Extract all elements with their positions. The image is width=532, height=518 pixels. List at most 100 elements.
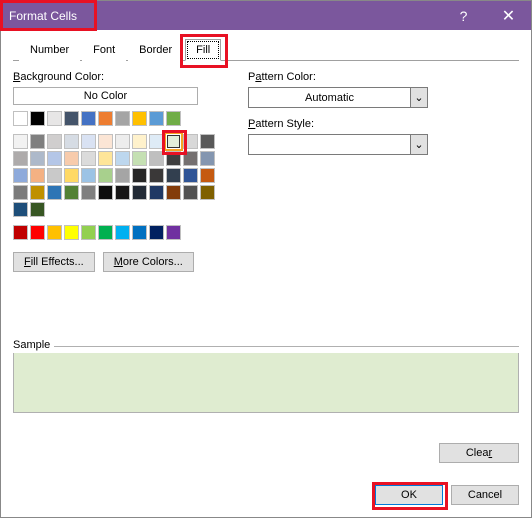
color-swatch[interactable] [149, 225, 164, 240]
color-swatch[interactable] [166, 225, 181, 240]
color-swatch[interactable] [81, 185, 96, 200]
background-color-label: Background Color: [13, 71, 218, 83]
color-swatch[interactable] [64, 185, 79, 200]
color-swatch[interactable] [47, 225, 62, 240]
color-swatch[interactable] [30, 111, 45, 126]
color-swatch[interactable] [98, 225, 113, 240]
fill-effects-button[interactable]: Fill Effects... [13, 252, 95, 272]
chevron-down-icon[interactable]: ⌄ [410, 135, 427, 154]
color-swatch[interactable] [64, 111, 79, 126]
color-swatch[interactable] [166, 185, 181, 200]
color-swatch[interactable] [13, 202, 28, 217]
color-swatch[interactable] [115, 111, 130, 126]
color-swatch[interactable] [30, 202, 45, 217]
color-swatch[interactable] [13, 134, 28, 149]
color-swatch[interactable] [115, 168, 130, 183]
color-swatch[interactable] [30, 185, 45, 200]
sample-label: Sample [13, 339, 54, 351]
color-swatch[interactable] [132, 168, 147, 183]
pattern-color-dropdown[interactable]: Automatic ⌄ [248, 87, 428, 108]
color-swatch[interactable] [200, 185, 215, 200]
tab-fill[interactable]: Fill [185, 39, 221, 61]
color-swatch[interactable] [64, 134, 79, 149]
color-swatch[interactable] [183, 168, 198, 183]
standard-color-row [13, 225, 218, 240]
color-swatch[interactable] [149, 151, 164, 166]
color-swatch[interactable] [98, 168, 113, 183]
pattern-color-label: Pattern Color: [248, 71, 428, 83]
sample-preview [13, 353, 519, 413]
color-swatch[interactable] [30, 134, 45, 149]
color-swatch[interactable] [47, 151, 62, 166]
color-swatch[interactable] [98, 151, 113, 166]
color-swatch[interactable] [166, 111, 181, 126]
color-swatch[interactable] [132, 185, 147, 200]
cancel-button[interactable]: Cancel [451, 485, 519, 505]
color-swatch[interactable] [13, 151, 28, 166]
color-swatch[interactable] [81, 168, 96, 183]
color-swatch[interactable] [149, 168, 164, 183]
pattern-style-dropdown[interactable]: ⌄ [248, 134, 428, 155]
color-swatch[interactable] [115, 151, 130, 166]
color-swatch[interactable] [13, 168, 28, 183]
color-swatch[interactable] [166, 134, 181, 149]
color-swatch[interactable] [98, 111, 113, 126]
color-swatch[interactable] [166, 168, 181, 183]
pattern-style-label: Pattern Style: [248, 118, 428, 130]
color-swatch[interactable] [183, 151, 198, 166]
no-color-button[interactable]: No Color [13, 87, 198, 105]
color-swatch[interactable] [115, 134, 130, 149]
color-swatch[interactable] [132, 225, 147, 240]
color-swatch[interactable] [149, 111, 164, 126]
ok-button[interactable]: OK [375, 485, 443, 505]
dialog-title: Format Cells [9, 9, 441, 23]
color-swatch[interactable] [132, 151, 147, 166]
color-swatch[interactable] [98, 134, 113, 149]
color-swatch[interactable] [47, 111, 62, 126]
more-colors-button[interactable]: More Colors... [103, 252, 194, 272]
color-swatch[interactable] [30, 151, 45, 166]
color-swatch[interactable] [115, 185, 130, 200]
color-swatch[interactable] [64, 225, 79, 240]
color-swatch[interactable] [132, 134, 147, 149]
color-swatch[interactable] [200, 134, 215, 149]
color-swatch[interactable] [149, 185, 164, 200]
pattern-color-value: Automatic [249, 88, 410, 107]
color-swatch[interactable] [30, 168, 45, 183]
color-swatch[interactable] [115, 225, 130, 240]
theme-color-grid [13, 111, 218, 217]
color-swatch[interactable] [81, 134, 96, 149]
tab-border[interactable]: Border [128, 39, 183, 61]
titlebar: Format Cells ? ✕ [1, 1, 531, 30]
color-swatch[interactable] [47, 185, 62, 200]
chevron-down-icon[interactable]: ⌄ [410, 88, 427, 107]
color-swatch[interactable] [98, 185, 113, 200]
color-swatch[interactable] [132, 111, 147, 126]
color-swatch[interactable] [81, 225, 96, 240]
clear-button[interactable]: Clear [439, 443, 519, 463]
tab-font[interactable]: Font [82, 39, 126, 61]
tab-number[interactable]: Number [19, 39, 80, 61]
tab-strip: NumberFontBorderFill [13, 38, 519, 61]
close-icon[interactable]: ✕ [486, 1, 531, 30]
color-swatch[interactable] [183, 185, 198, 200]
color-swatch[interactable] [81, 151, 96, 166]
color-swatch[interactable] [13, 111, 28, 126]
color-swatch[interactable] [149, 134, 164, 149]
color-swatch[interactable] [30, 225, 45, 240]
color-swatch[interactable] [200, 151, 215, 166]
color-swatch[interactable] [64, 168, 79, 183]
format-cells-dialog: Format Cells ? ✕ NumberFontBorderFill Ba… [0, 0, 532, 518]
color-swatch[interactable] [13, 185, 28, 200]
color-swatch[interactable] [64, 151, 79, 166]
color-swatch[interactable] [183, 134, 198, 149]
help-icon[interactable]: ? [441, 1, 486, 30]
color-swatch[interactable] [200, 168, 215, 183]
color-swatch[interactable] [166, 151, 181, 166]
color-swatch[interactable] [13, 225, 28, 240]
pattern-style-value [249, 135, 410, 154]
color-swatch[interactable] [47, 168, 62, 183]
color-swatch[interactable] [81, 111, 96, 126]
sample-section: Sample [13, 346, 519, 413]
color-swatch[interactable] [47, 134, 62, 149]
